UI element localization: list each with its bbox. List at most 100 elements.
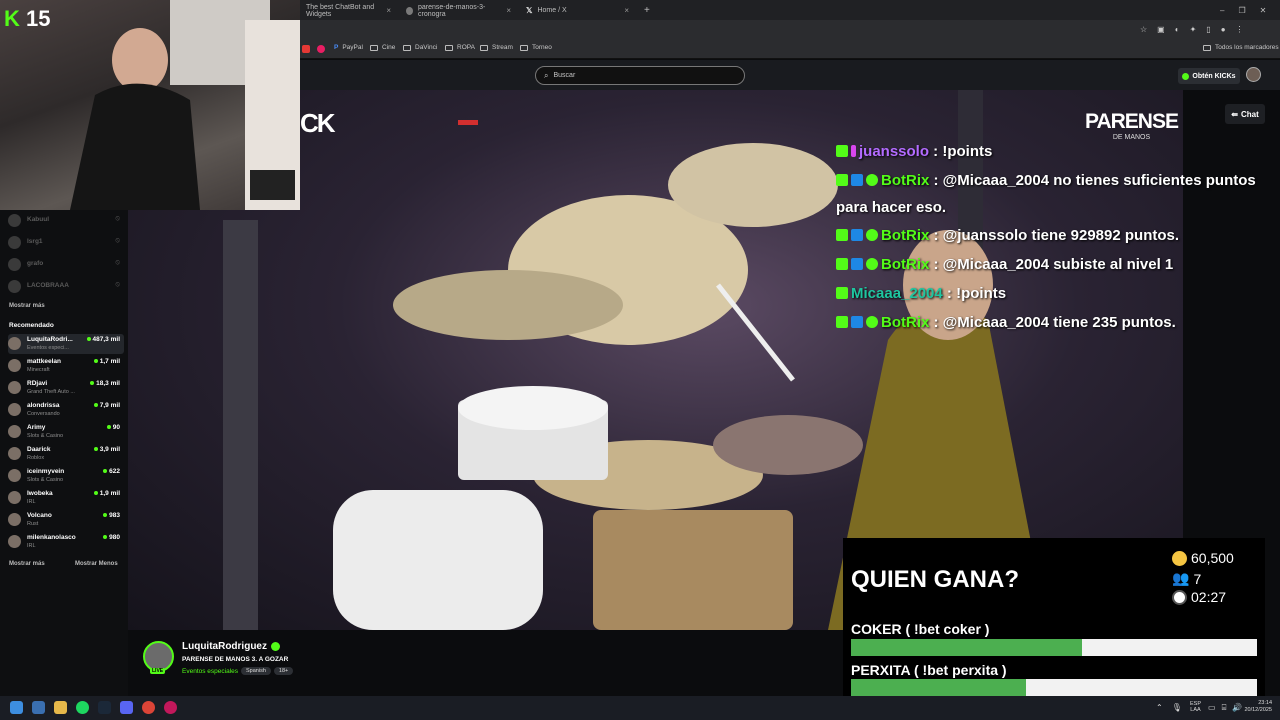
menu-icon[interactable]: ⋮: [1236, 25, 1244, 34]
chat-username[interactable]: Micaaa_2004: [851, 285, 943, 302]
browser-tab[interactable]: 𝕏 Home / X ×: [520, 2, 635, 19]
sidebar-item-recommended[interactable]: LuquitaRodri... Eventos especi... 487,3 mi…: [8, 334, 124, 354]
avatar: [8, 491, 21, 504]
folder-icon: [1203, 44, 1211, 51]
sidebar-item-recommended[interactable]: milenkanolasco IRL 980: [8, 532, 124, 552]
chat-username[interactable]: BotRix: [881, 256, 929, 273]
bookmark-icon[interactable]: [302, 45, 310, 53]
channel-category: IRL: [27, 543, 36, 549]
browser-icon[interactable]: [164, 701, 177, 714]
stream-category[interactable]: Eventos especiales Spanish 18+: [182, 667, 294, 675]
bookmark-icon[interactable]: [317, 45, 325, 53]
extension-icon[interactable]: ◐: [1175, 25, 1180, 34]
bookmark-folder[interactable]: Stream: [480, 44, 513, 51]
kick-header: [300, 60, 1280, 90]
avatar: [8, 469, 21, 482]
folder-icon: [370, 44, 378, 51]
close-window-icon[interactable]: ✕: [1260, 6, 1267, 15]
get-kicks-button[interactable]: Obtén KICKs: [1178, 68, 1240, 84]
sidebar-item-offline[interactable]: grafo ⦸: [8, 255, 124, 275]
sidebar-item-recommended[interactable]: alondrissa Conversando 7,9 mil: [8, 400, 124, 420]
sidebar-item-recommended[interactable]: Volcano Rust 983: [8, 510, 124, 530]
sidebar-item-recommended[interactable]: RDjavi Grand Theft Auto ... 18,3 mil: [8, 378, 124, 398]
sidebar-item-offline[interactable]: Kabuul ⦸: [8, 211, 124, 231]
star-icon[interactable]: ☆: [1140, 25, 1147, 34]
chat-message: Micaaa_2004 : !points: [836, 285, 1006, 302]
avatar: [8, 447, 21, 460]
coin-icon: [1172, 550, 1187, 566]
prediction-question: QUIEN GANA?: [851, 566, 1019, 593]
chat-text: : !points: [929, 143, 993, 160]
sidebar-item-offline[interactable]: lsrg1 ⦸: [8, 233, 124, 253]
chat-message: BotRix : @Micaaa_2004 subiste al nivel 1: [836, 256, 1173, 273]
network-icon[interactable]: ⌸: [1222, 703, 1227, 713]
sidebar-item-recommended[interactable]: Iwobeka IRL 1,9 mil: [8, 488, 124, 508]
verified-icon: [866, 174, 878, 186]
file-explorer-icon[interactable]: [54, 701, 67, 714]
chrome-icon[interactable]: [142, 701, 155, 714]
option-bar: [851, 679, 1257, 696]
steam-icon[interactable]: [98, 701, 111, 714]
bookmark-paypal[interactable]: P PayPal: [334, 44, 363, 51]
folder-icon: [445, 44, 453, 51]
show-more-link[interactable]: Mostrar más: [9, 303, 45, 309]
avatar: [8, 425, 21, 438]
discord-icon[interactable]: [120, 701, 133, 714]
search-input[interactable]: ⌕ Buscar: [535, 66, 745, 85]
bookmark-folder[interactable]: ROPA: [445, 44, 475, 51]
tag[interactable]: 18+: [273, 667, 294, 675]
kick-badge-icon: [836, 229, 848, 241]
clock[interactable]: 23:14 20/12/2025: [1238, 700, 1272, 714]
chat-username[interactable]: juanssolo: [859, 143, 929, 160]
chat-toggle-button[interactable]: ⇚ Chat: [1225, 104, 1265, 124]
sidebar-icon[interactable]: ▯: [1206, 25, 1210, 34]
browser-tab[interactable]: parense-de-manos-3-cronogra ×: [400, 2, 517, 19]
bookmark-all[interactable]: Todos los marcadores: [1203, 44, 1279, 51]
maximize-icon[interactable]: ❐: [1238, 6, 1245, 15]
task-view-icon[interactable]: [32, 701, 45, 714]
sidebar-item-recommended[interactable]: Arimy Slots & Casino 90: [8, 422, 124, 442]
close-icon[interactable]: ×: [386, 6, 391, 15]
browser-tab[interactable]: The best ChatBot and Widgets ×: [300, 2, 397, 19]
close-icon[interactable]: ×: [624, 6, 629, 15]
spotify-icon[interactable]: [76, 701, 89, 714]
start-icon[interactable]: [10, 701, 23, 714]
chat-username[interactable]: BotRix: [881, 172, 929, 189]
mic-icon[interactable]: 🎙: [1172, 703, 1182, 712]
new-tab-button[interactable]: +: [638, 2, 652, 19]
chevron-up-icon[interactable]: ⌃: [1156, 703, 1163, 712]
channel-category: Rust: [27, 521, 39, 527]
kicks-coin-icon: [1182, 72, 1190, 80]
language-indicator[interactable]: ESP LAA: [1190, 701, 1201, 713]
channel-category: Minecraft: [27, 367, 50, 373]
bot-badge-icon: [851, 258, 863, 270]
option-fill: [851, 639, 1083, 656]
bookmark-folder[interactable]: Torneo: [520, 44, 552, 51]
viewer-count: 980: [103, 534, 120, 541]
minimize-icon[interactable]: –: [1220, 6, 1224, 15]
profile-avatar[interactable]: ●: [1221, 25, 1226, 34]
monitor-icon[interactable]: ▭: [1208, 703, 1216, 713]
user-avatar[interactable]: [1246, 67, 1261, 82]
close-icon[interactable]: ×: [506, 6, 511, 15]
bookmark-folder[interactable]: DaVinci: [403, 44, 437, 51]
chat-text: : !points: [942, 285, 1007, 302]
kick-badge-icon: [836, 145, 848, 157]
puzzle-icon[interactable]: ✦: [1190, 25, 1197, 34]
snare: [593, 510, 793, 630]
tag[interactable]: Spanish: [241, 667, 271, 675]
chat-username[interactable]: BotRix: [881, 227, 929, 244]
sidebar-item-recommended[interactable]: mattkeelan Minecraft 1,7 mil: [8, 356, 124, 376]
streamer-name[interactable]: LuquitaRodriguez: [182, 641, 280, 652]
kick-badge-icon: [836, 316, 848, 328]
show-more-link[interactable]: Mostrar más: [9, 561, 45, 567]
extension-icon[interactable]: ▣: [1157, 25, 1165, 34]
sidebar-item-offline[interactable]: LACOBRAAA ⦸: [8, 277, 124, 297]
bookmark-folder[interactable]: Cine: [370, 44, 395, 51]
chat-username[interactable]: BotRix: [881, 314, 929, 331]
show-less-link[interactable]: Mostrar Menos: [75, 561, 118, 567]
sidebar-item-recommended[interactable]: iceinmyvein Slots & Casino 622: [8, 466, 124, 486]
sidebar-item-recommended[interactable]: Daarick Roblox 3,9 mil: [8, 444, 124, 464]
channel-name: Daarick: [27, 446, 51, 453]
viewer-count: 3,9 mil: [94, 446, 120, 453]
